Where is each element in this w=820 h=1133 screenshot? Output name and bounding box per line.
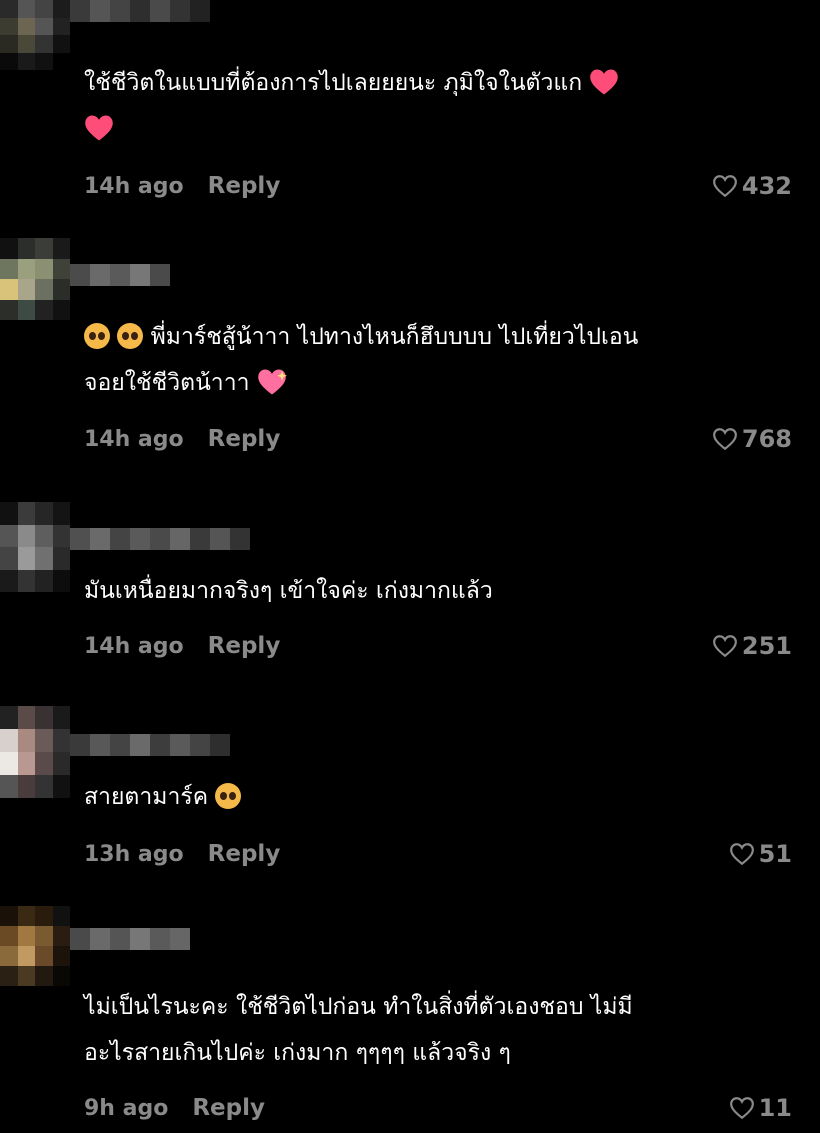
comment-meta: 14h ago Reply <box>84 171 280 201</box>
avatar[interactable] <box>0 906 70 986</box>
comment-text: ไม่เป็นไรนะคะ ใช้ชีวิตไปก่อน ทำในสิ่งที่… <box>84 994 633 1066</box>
comment-meta: 14h ago Reply <box>84 631 280 661</box>
like-button[interactable]: 432 <box>712 171 792 201</box>
like-count: 11 <box>758 1094 792 1122</box>
heart-outline-icon <box>729 843 754 866</box>
reply-button[interactable]: Reply <box>208 841 281 867</box>
comment-text: สายตามาร์ค <box>84 774 774 820</box>
pleading-face-emoji-icon <box>117 323 144 349</box>
heart-outline-icon <box>729 1097 754 1120</box>
timestamp: 13h ago <box>84 841 184 867</box>
timestamp: 9h ago <box>84 1095 169 1121</box>
like-count: 51 <box>758 840 792 868</box>
avatar[interactable] <box>0 238 70 320</box>
heart-outline-icon <box>712 428 737 451</box>
avatar[interactable] <box>0 0 70 70</box>
pleading-face-emoji-icon <box>84 323 110 349</box>
comment-text: มันเหนื่อยมากจริงๆ เข้าใจค่ะ เก่งมากแล้ว <box>84 578 493 604</box>
pleading-face-emoji-icon <box>215 783 242 809</box>
username-blurred[interactable] <box>70 928 190 950</box>
timestamp: 14h ago <box>84 173 184 199</box>
reply-button[interactable]: Reply <box>208 426 281 452</box>
avatar[interactable] <box>0 706 70 798</box>
username-blurred[interactable] <box>70 0 210 22</box>
reply-button[interactable]: Reply <box>208 633 281 659</box>
comment-meta: 13h ago Reply <box>84 839 280 869</box>
timestamp: 14h ago <box>84 426 184 452</box>
like-button[interactable]: 251 <box>712 631 792 661</box>
avatar[interactable] <box>0 502 70 592</box>
like-count: 251 <box>741 632 792 660</box>
heart-outline-icon <box>712 175 737 198</box>
comment-meta: 14h ago Reply <box>84 424 280 454</box>
heart-emoji-icon <box>85 115 113 141</box>
like-button[interactable]: 11 <box>729 1093 792 1123</box>
like-count: 432 <box>741 172 792 200</box>
username-blurred[interactable] <box>70 734 230 756</box>
sparkling-heart-emoji-icon <box>258 369 287 395</box>
reply-button[interactable]: Reply <box>208 173 281 199</box>
like-button[interactable]: 768 <box>712 424 792 454</box>
reply-button[interactable]: Reply <box>192 1095 265 1121</box>
comment-text: พี่มาร์ชสู้น้าาา ไปทางไหนก็ฮึบบบบ ไปเที่… <box>84 323 639 396</box>
like-button[interactable]: 51 <box>729 839 792 869</box>
comment-text: ใช้ชีวิตในแบบที่ต้องการไปเลยยยนะ ภุมิใจใ… <box>84 60 774 152</box>
comment-meta: 9h ago Reply <box>84 1093 265 1123</box>
heart-emoji-icon <box>590 69 619 95</box>
username-blurred[interactable] <box>70 528 250 550</box>
timestamp: 14h ago <box>84 633 184 659</box>
heart-outline-icon <box>712 635 737 658</box>
username-blurred[interactable] <box>70 264 170 286</box>
like-count: 768 <box>741 425 792 453</box>
